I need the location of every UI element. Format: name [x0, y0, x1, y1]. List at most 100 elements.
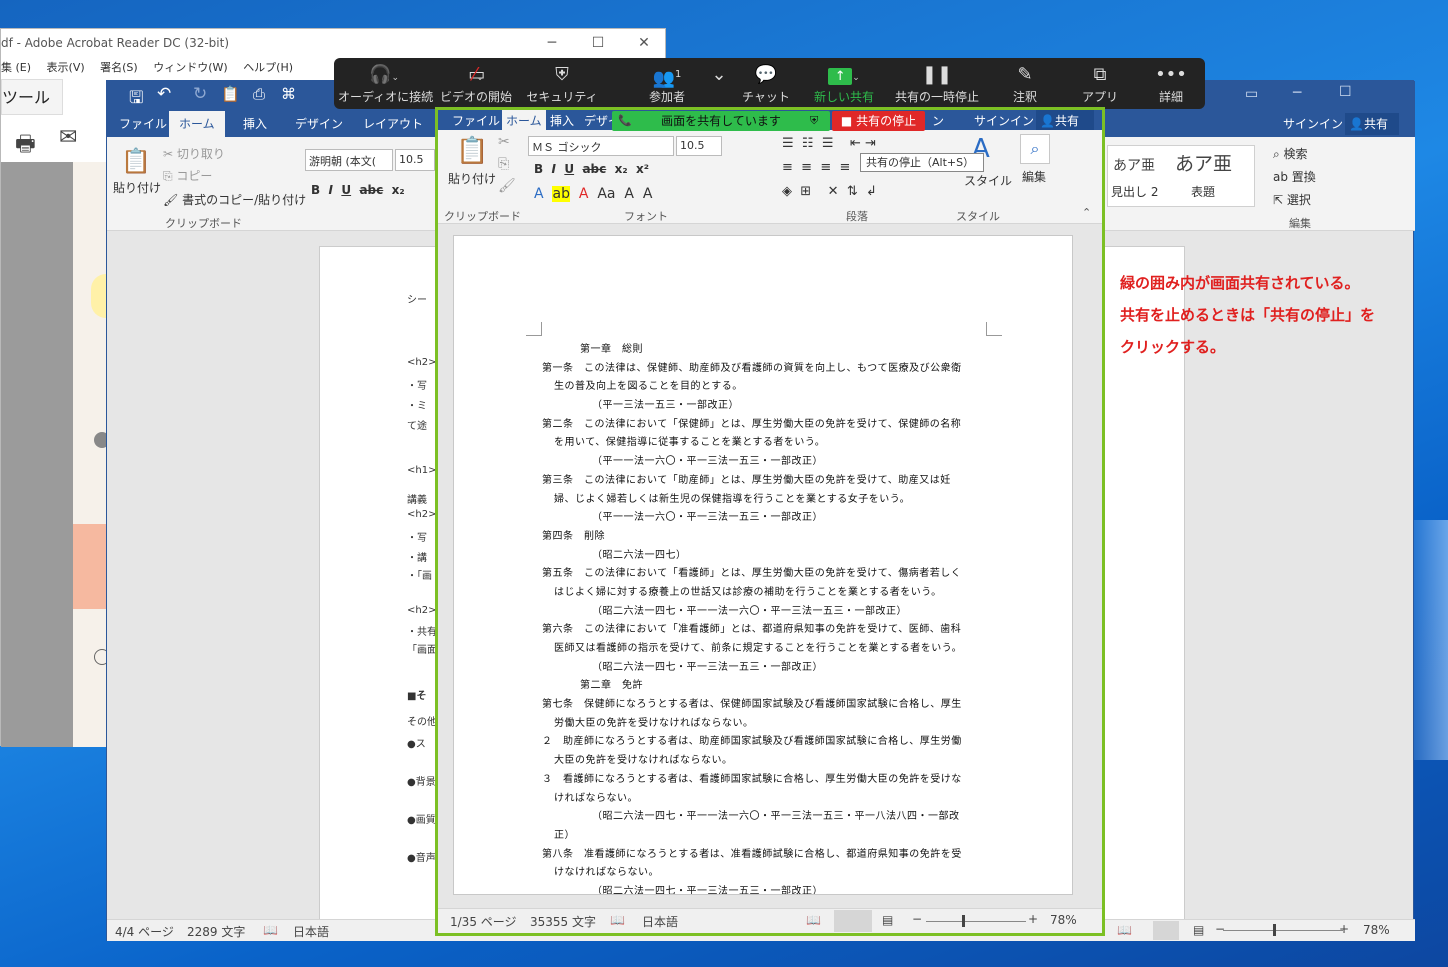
tab-file[interactable]: ファイル — [452, 112, 500, 129]
zoom-out-icon[interactable]: − — [1215, 922, 1225, 936]
tab-home[interactable]: ホーム — [169, 111, 225, 137]
stop-share-button[interactable]: ■ 共有の停止 — [832, 111, 925, 131]
zoom-slider[interactable] — [1223, 930, 1343, 931]
text-effects-icon[interactable]: A ab A Aa A A — [534, 186, 652, 202]
redo-icon[interactable]: ↻ — [193, 84, 207, 104]
chat-button[interactable]: 💬 チャット — [734, 58, 798, 109]
brush-icon[interactable]: 🖌 — [498, 178, 516, 194]
more-button[interactable]: ••• 詳細 — [1140, 58, 1202, 109]
menu-edit[interactable]: 集 (E) — [1, 61, 31, 74]
mail-icon[interactable]: ✉ — [59, 125, 77, 150]
tree-icon[interactable]: ⌘ — [281, 85, 296, 103]
undo-icon[interactable]: ↶ — [157, 84, 171, 104]
zoom-in-icon[interactable]: + — [1028, 912, 1038, 926]
document-page[interactable]: 第一章 総則 第一条 この法律は、保健師、助産師及び看護師の資質を向上し、もつて医… — [453, 235, 1073, 895]
clipboard-icon[interactable]: 📋 — [221, 85, 240, 103]
annotate-button[interactable]: ✎ 注釈 — [994, 58, 1056, 109]
tab-insert[interactable]: 挿入 — [550, 112, 574, 129]
video-button[interactable]: ▭⁄⌄ ビデオの開始 — [434, 58, 518, 109]
menu-help[interactable]: ヘルプ(H) — [243, 61, 293, 74]
tab-insert[interactable]: 挿入 — [233, 111, 277, 137]
tab-file[interactable]: ファイル — [109, 111, 177, 137]
font-name-box[interactable]: ＭＳ ゴシック — [528, 136, 674, 156]
signin-link[interactable]: サインイン — [974, 112, 1034, 129]
paste-button[interactable]: 貼り付け — [113, 179, 161, 196]
security-button[interactable]: ⛨ セキュリティ — [524, 58, 600, 109]
zoom-slider-thumb[interactable] — [1273, 924, 1276, 936]
search-icon[interactable]: ⌕ — [1020, 134, 1050, 164]
tools-tab[interactable]: ツール — [1, 79, 63, 115]
tab-layout[interactable]: レイアウト — [353, 111, 433, 137]
word-count[interactable]: 2289 文字 — [187, 923, 245, 940]
zoom-in-icon[interactable]: + — [1339, 922, 1349, 936]
signin-link[interactable]: サインイン — [1273, 111, 1353, 137]
read-mode-icon[interactable]: 📖 — [806, 913, 821, 927]
participants-button[interactable]: 👥1 参加者 — [630, 58, 704, 109]
sharing-indicator[interactable]: 📞 画面を共有しています ⛨ — [612, 111, 830, 131]
apps-button[interactable]: ⧉ アプリ — [1068, 58, 1132, 109]
printer-icon[interactable]: 🖶 — [15, 127, 36, 165]
shared-word-window[interactable]: ファイル ホーム 挿入 デザイ ン サインイン 👤共有 📋 貼り付け ✂ ⎘ 🖌… — [435, 107, 1105, 936]
maximize-icon[interactable]: ☐ — [1339, 84, 1352, 100]
web-layout-icon[interactable]: ▤ — [882, 913, 893, 927]
print-layout-icon[interactable] — [1153, 921, 1179, 940]
paste-icon[interactable]: 📋 — [456, 136, 488, 166]
print-preview-icon[interactable]: ⎙ — [253, 85, 265, 103]
menu-sign[interactable]: 署名(S) — [100, 61, 138, 74]
page-count[interactable]: 4/4 ページ — [115, 923, 174, 940]
menu-view[interactable]: 表示(V) — [47, 61, 85, 74]
bold-button[interactable]: B I U abc x₂ x² — [534, 162, 649, 176]
paste-button[interactable]: 貼り付け — [448, 170, 496, 187]
maximize-icon[interactable]: ☐ — [575, 29, 621, 57]
zoom-level[interactable]: 78% — [1050, 913, 1077, 927]
tab-home[interactable]: ホーム — [502, 110, 546, 130]
list-icons[interactable]: ☰ ☷ ☰ ⇤ ⇥ — [782, 136, 876, 151]
edit-button[interactable]: 編集 — [1022, 168, 1046, 185]
pause-share-button[interactable]: ❚❚ 共有の一時停止 — [888, 58, 986, 109]
shading-icons[interactable]: ◈ ⊞ ✕ ⇅ ↲ — [782, 184, 877, 199]
minimize-icon[interactable]: ─ — [529, 29, 575, 57]
font-size-box[interactable]: 10.5 — [676, 136, 722, 156]
style-title[interactable]: 表題 — [1191, 183, 1215, 200]
page-count[interactable]: 1/35 ページ — [450, 913, 517, 930]
paste-icon[interactable]: 📋 — [121, 147, 151, 175]
menu-window[interactable]: ウィンドウ(W) — [153, 61, 227, 74]
web-layout-icon[interactable]: ▤ — [1193, 923, 1204, 937]
save-icon[interactable]: 🖫 — [129, 85, 143, 114]
language[interactable]: 日本語 — [642, 913, 678, 930]
font-name-box[interactable]: 游明朝 (本文( — [305, 149, 393, 171]
audio-button[interactable]: 🎧⌄ オーディオに接続 — [338, 58, 433, 109]
ribbon-options-icon[interactable]: ▭ — [1245, 86, 1258, 102]
zoom-slider[interactable] — [926, 921, 1026, 922]
collapse-ribbon-icon[interactable]: ⌃ — [1082, 206, 1091, 219]
word-count[interactable]: 35355 文字 — [530, 913, 596, 930]
select-button[interactable]: ⇱ 選択 — [1273, 191, 1311, 208]
zoom-slider-thumb[interactable] — [962, 915, 965, 927]
format-painter-button[interactable]: 🖌 書式のコピー/貼り付け — [163, 191, 306, 208]
new-share-button[interactable]: ↑ ⌄ 新しい共有 — [808, 58, 880, 109]
scissors-icon[interactable]: ✂ — [498, 134, 510, 150]
zoom-level[interactable]: 78% — [1363, 923, 1390, 937]
cut-button[interactable]: ✂ 切り取り — [163, 145, 225, 162]
close-icon[interactable]: ✕ — [621, 29, 667, 57]
font-size-box[interactable]: 10.5 — [395, 149, 435, 171]
share-button[interactable]: 👤共有 — [1345, 113, 1399, 135]
language[interactable]: 日本語 — [293, 923, 329, 940]
proofing-icon[interactable]: 📖 — [610, 913, 625, 927]
align-icons[interactable]: ≡ ≡ ≡ ≡ — [782, 160, 850, 175]
style-heading2[interactable]: 見出し 2 — [1111, 183, 1158, 200]
share-button[interactable]: 👤共有 — [1036, 110, 1094, 130]
read-mode-icon[interactable]: 📖 — [1117, 923, 1132, 937]
participants-caret[interactable]: ⌄ — [709, 58, 729, 109]
proofing-icon[interactable]: 📖 — [263, 923, 278, 937]
tab-design[interactable]: デザイン — [285, 111, 353, 137]
minimize-icon[interactable]: ─ — [1293, 85, 1301, 101]
styles-button[interactable]: スタイル — [964, 172, 1012, 189]
zoom-out-icon[interactable]: − — [912, 912, 922, 926]
copy-icon[interactable]: ⎘ — [498, 156, 509, 172]
print-layout-icon[interactable] — [834, 910, 872, 932]
search-button[interactable]: ⌕ 検索 — [1273, 145, 1308, 162]
copy-button[interactable]: ⎘ コピー — [163, 167, 212, 184]
bold-button[interactable]: B I U abc x₂ — [311, 183, 405, 197]
replace-button[interactable]: ab 置換 — [1273, 168, 1316, 185]
